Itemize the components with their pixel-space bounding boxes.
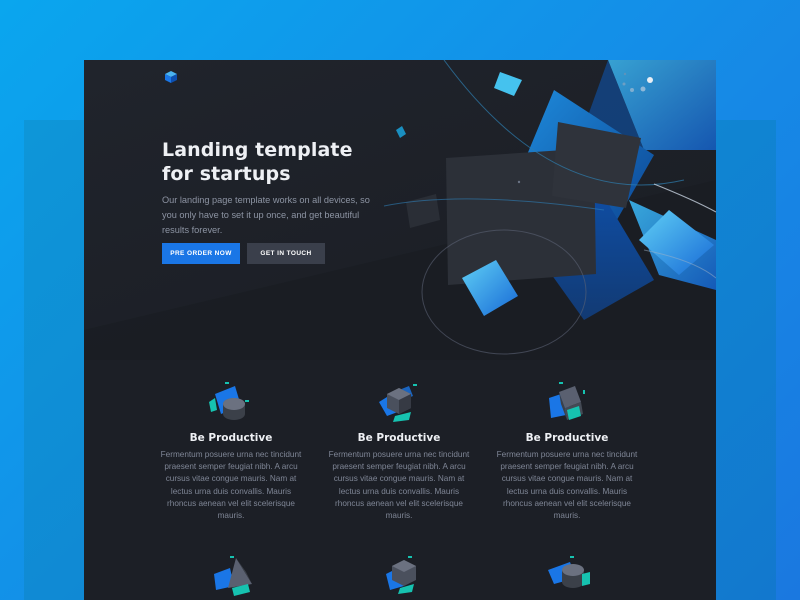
cylinder-cube-icon [548, 556, 590, 588]
logo-cube-icon[interactable] [164, 70, 178, 84]
pre-order-button[interactable]: PRE ORDER NOW [162, 243, 240, 264]
hexagon-cube-icon [386, 556, 416, 594]
feature-card: Be Productive Fermentum posuere urna nec… [156, 380, 306, 522]
hexagon-cube-icon [379, 384, 417, 422]
feature-title: Be Productive [189, 432, 273, 444]
landing-page: Landing template for startups Our landin… [84, 60, 716, 600]
feature-card: Be Productive Fermentum posuere urna nec… [492, 380, 642, 522]
get-in-touch-button[interactable]: GET IN TOUCH [247, 243, 325, 264]
feature-description: Fermentum posuere urna nec tincidunt pra… [496, 450, 638, 521]
pyramid-icon [214, 556, 252, 596]
tilted-cube-icon [549, 382, 585, 420]
feature-card: Be Productive Fermentum posuere urna nec… [324, 380, 474, 522]
hero-subtitle: Our landing page template works on all d… [162, 195, 370, 235]
feature-title: Be Productive [525, 432, 609, 444]
feature-description: Fermentum posuere urna nec tincidunt pra… [328, 450, 470, 521]
feature-description: Fermentum posuere urna nec tincidunt pra… [160, 450, 302, 521]
cylinder-cube-icon [209, 382, 249, 420]
hero-title: Landing template for startups [162, 139, 353, 185]
feature-title: Be Productive [357, 432, 441, 444]
